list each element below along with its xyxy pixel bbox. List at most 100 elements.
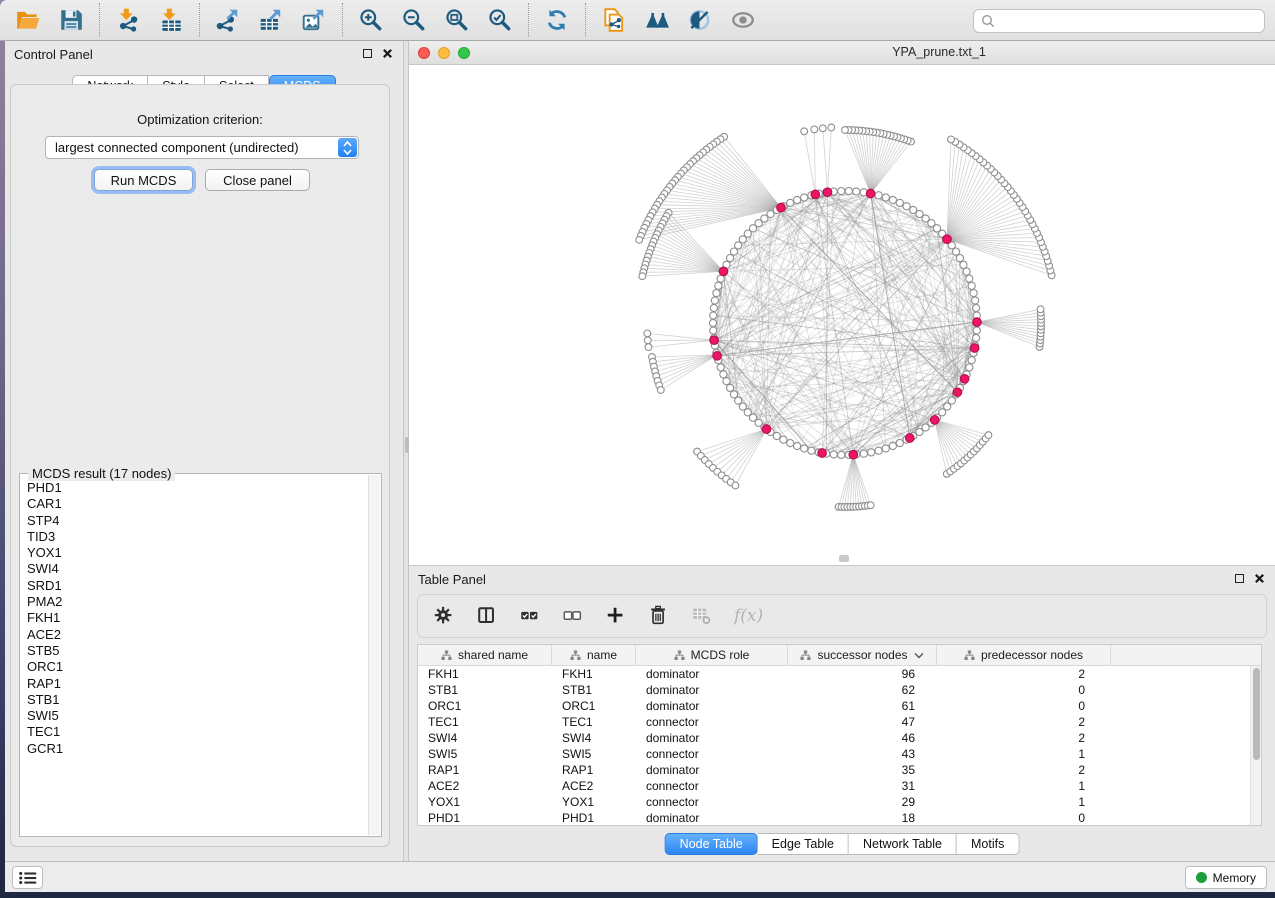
network-node[interactable] [868, 449, 875, 456]
network-node[interactable] [966, 364, 973, 371]
network-node[interactable] [808, 447, 815, 454]
delete-icon[interactable] [648, 605, 670, 627]
network-node[interactable] [896, 199, 903, 206]
column-header-shared-name[interactable]: shared name [418, 645, 552, 665]
mcds-result-item[interactable]: YOX1 [27, 545, 380, 561]
mcds-result-item[interactable]: TID3 [27, 529, 380, 545]
network-node[interactable] [720, 371, 727, 378]
mcds-result-item[interactable]: CAR1 [27, 496, 380, 512]
column-header-MCDS-role[interactable]: MCDS role [636, 645, 788, 665]
table-row[interactable]: ACE2ACE2connector311 [418, 778, 1250, 794]
mcds-node[interactable] [943, 235, 952, 244]
search-input[interactable] [973, 9, 1265, 33]
show-hide-icon[interactable] [730, 7, 756, 33]
network-node[interactable] [963, 268, 970, 275]
network-node[interactable] [773, 432, 780, 439]
network-node[interactable] [710, 327, 717, 334]
mcds-node[interactable] [953, 388, 962, 397]
network-node[interactable] [860, 450, 867, 457]
mcds-node[interactable] [818, 449, 827, 458]
column-header-predecessor-nodes[interactable]: predecessor nodes [937, 645, 1111, 665]
network-node[interactable] [910, 206, 917, 213]
add-icon[interactable] [605, 605, 627, 627]
visual-style-icon[interactable] [687, 7, 713, 33]
close-panel-button[interactable]: Close panel [205, 169, 310, 191]
mcds-result-item[interactable]: STB5 [27, 643, 380, 659]
import-table-icon[interactable] [158, 7, 184, 33]
network-node[interactable] [727, 255, 734, 262]
mcds-result-item[interactable]: GCR1 [27, 741, 380, 757]
leaf-node[interactable] [639, 273, 646, 280]
mcds-result-item[interactable]: ORC1 [27, 659, 380, 675]
mcds-node[interactable] [866, 189, 875, 198]
mcds-node[interactable] [973, 318, 982, 327]
mcds-node[interactable] [906, 434, 915, 443]
network-node[interactable] [875, 447, 882, 454]
network-node[interactable] [727, 384, 734, 391]
network-node[interactable] [801, 194, 808, 201]
network-node[interactable] [838, 188, 845, 195]
mcds-node[interactable] [762, 425, 771, 434]
network-hscroll-thumb[interactable] [839, 555, 849, 562]
network-node[interactable] [960, 261, 967, 268]
close-panel-icon[interactable] [382, 48, 393, 59]
network-view[interactable] [409, 65, 1275, 565]
mcds-node[interactable] [960, 375, 969, 384]
table-row[interactable]: FKH1FKH1dominator962 [418, 666, 1250, 682]
splitter-handle-icon[interactable] [405, 437, 409, 453]
tab-edge-table[interactable]: Edge Table [758, 833, 849, 855]
network-node[interactable] [970, 290, 977, 297]
tab-network-table[interactable]: Network Table [849, 833, 957, 855]
gear-icon[interactable] [433, 605, 455, 627]
mcds-result-item[interactable]: TEC1 [27, 724, 380, 740]
network-node[interactable] [715, 282, 722, 289]
network-node[interactable] [889, 196, 896, 203]
save-icon[interactable] [58, 7, 84, 33]
mcds-result-item[interactable]: PMA2 [27, 594, 380, 610]
clone-network-icon[interactable] [601, 7, 627, 33]
export-network-icon[interactable] [215, 7, 241, 33]
network-node[interactable] [973, 334, 980, 341]
network-node[interactable] [875, 192, 882, 199]
memory-button[interactable]: Memory [1185, 866, 1267, 889]
network-node[interactable] [780, 436, 787, 443]
leaf-node[interactable] [811, 126, 818, 133]
network-node[interactable] [787, 199, 794, 206]
network-node[interactable] [713, 290, 720, 297]
leaf-node[interactable] [657, 387, 664, 394]
network-node[interactable] [830, 451, 837, 458]
network-node[interactable] [903, 203, 910, 210]
network-node[interactable] [723, 378, 730, 385]
leaf-node[interactable] [842, 127, 849, 134]
search-network-icon[interactable] [644, 7, 670, 33]
network-node[interactable] [709, 319, 716, 326]
leaf-node[interactable] [644, 330, 651, 337]
network-node[interactable] [956, 255, 963, 262]
mcds-node[interactable] [710, 336, 719, 345]
task-history-button[interactable] [12, 866, 43, 889]
window-maximize-icon[interactable] [458, 47, 470, 59]
column-header-name[interactable]: name [552, 645, 636, 665]
mcds-result-list[interactable]: PHD1CAR1STP4TID3YOX1SWI4SRD1PMA2FKH1ACE2… [21, 475, 380, 835]
network-node[interactable] [972, 297, 979, 304]
criterion-dropdown[interactable]: largest connected component (undirected) [45, 136, 359, 159]
network-node[interactable] [973, 327, 980, 334]
delete-table-icon[interactable] [691, 605, 713, 627]
network-node[interactable] [968, 357, 975, 364]
network-graph[interactable] [409, 65, 1275, 565]
float-panel-icon[interactable] [363, 49, 372, 58]
network-node[interactable] [973, 304, 980, 311]
mcds-result-item[interactable]: STP4 [27, 513, 380, 529]
network-node[interactable] [730, 248, 737, 255]
leaf-node[interactable] [636, 236, 643, 243]
leaf-node[interactable] [644, 337, 651, 344]
column-header-successor-nodes[interactable]: successor nodes [788, 645, 937, 665]
mcds-result-item[interactable]: FKH1 [27, 610, 380, 626]
export-table-icon[interactable] [258, 7, 284, 33]
table-row[interactable]: STB1STB1dominator620 [418, 682, 1250, 698]
table-row[interactable]: TEC1TEC1connector472 [418, 714, 1250, 730]
table-row[interactable]: RAP1RAP1dominator352 [418, 762, 1250, 778]
table-row[interactable]: SWI5SWI5connector431 [418, 746, 1250, 762]
leaf-node[interactable] [732, 482, 739, 489]
mcds-result-item[interactable]: SWI5 [27, 708, 380, 724]
